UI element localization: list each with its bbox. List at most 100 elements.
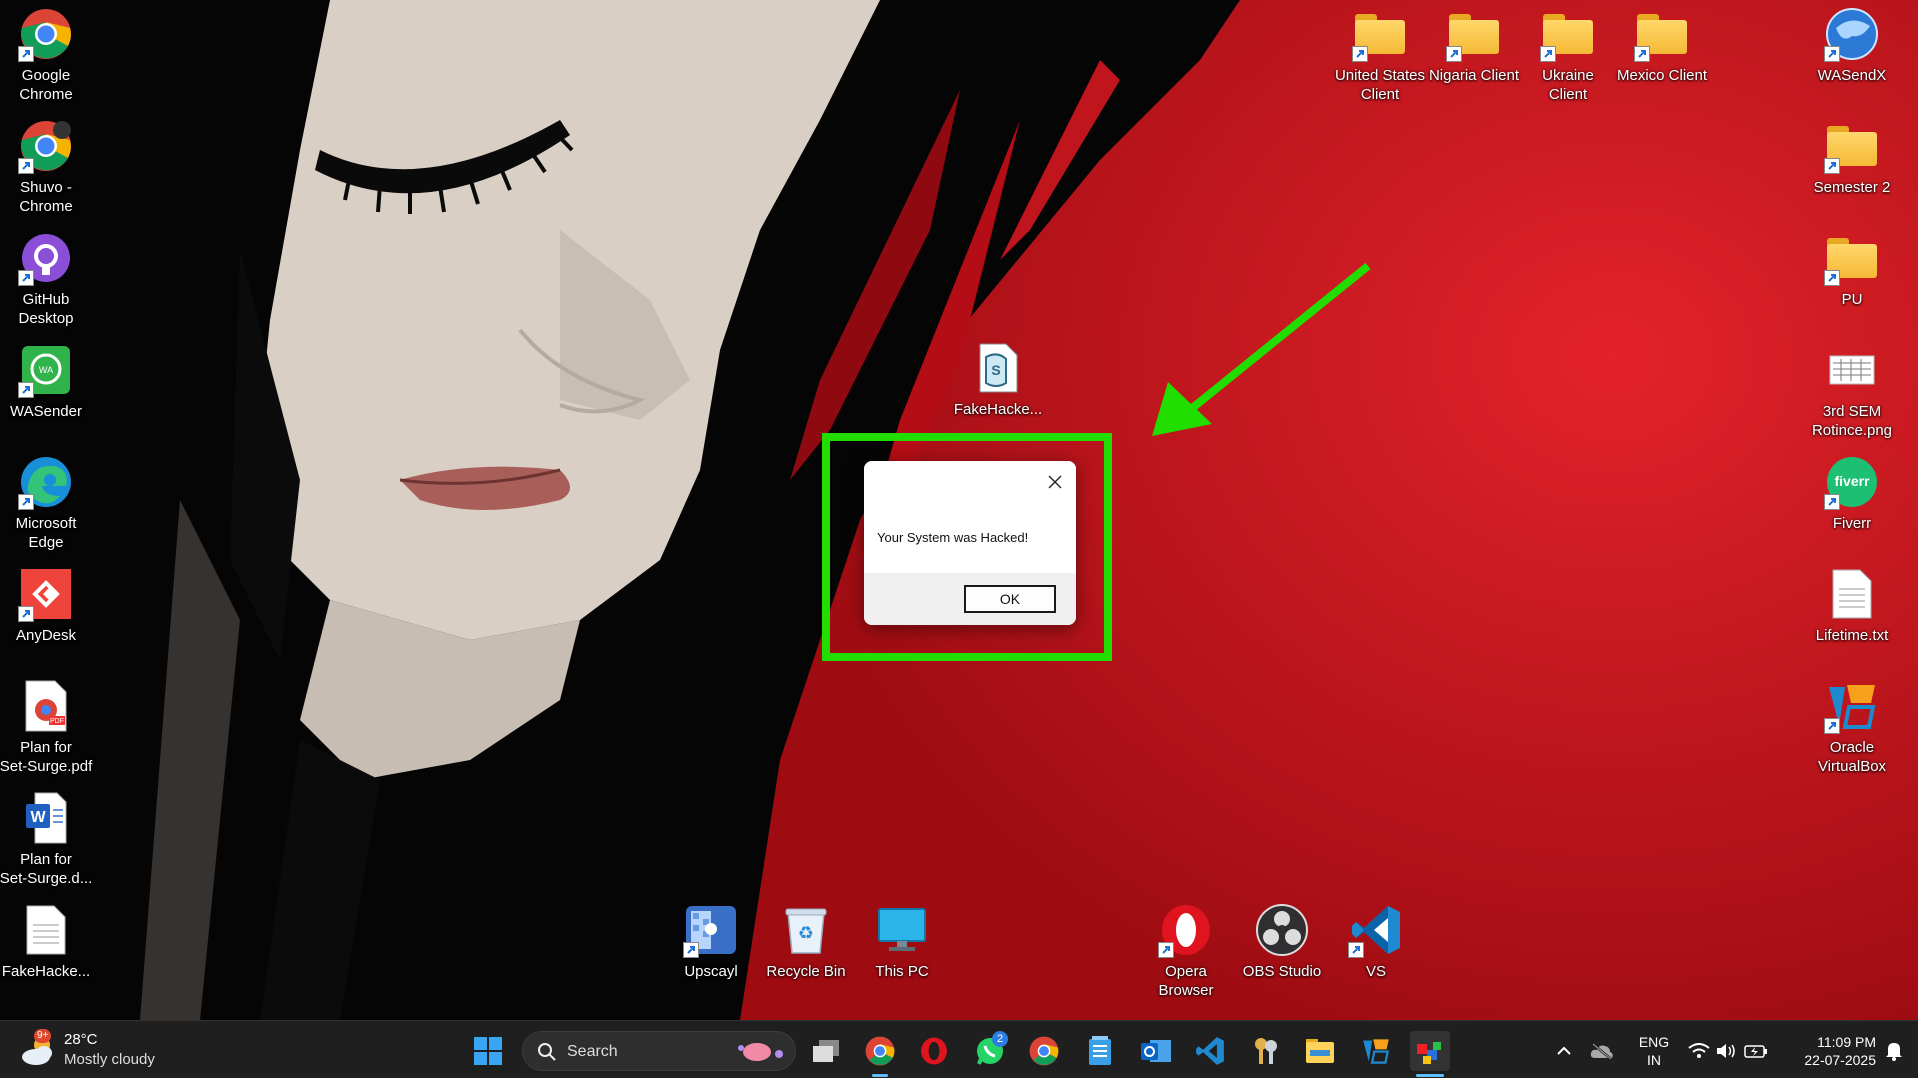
- script-file-icon: S: [970, 340, 1026, 396]
- tray-network-volume-battery[interactable]: [1686, 1031, 1770, 1071]
- start-button[interactable]: [468, 1031, 508, 1071]
- folder-icon: [1540, 6, 1596, 62]
- shortcut-arrow-icon: [1824, 270, 1840, 286]
- svg-text:♻: ♻: [798, 923, 814, 944]
- desktop-icon-wasender[interactable]: WA WASender: [0, 342, 94, 421]
- taskbar-chrome-profile[interactable]: [1024, 1031, 1064, 1071]
- taskbar: 9+ 28°C Mostly cloudy Search 2 ENG IN 11…: [0, 1020, 1918, 1078]
- tray-onedrive[interactable]: [1584, 1031, 1620, 1071]
- desktop-icon-3rd-sem-rotince-png[interactable]: 3rd SEM Rotince.png: [1804, 342, 1900, 440]
- desktop-folder-united-states-client[interactable]: United States Client: [1330, 6, 1430, 104]
- battery-charging-icon: [1744, 1045, 1767, 1058]
- taskbar-virtualbox[interactable]: [1356, 1031, 1396, 1071]
- desktop-folder-ukraine-client[interactable]: Ukraine Client: [1520, 6, 1616, 104]
- taskbar-vscode[interactable]: [1190, 1031, 1230, 1071]
- desktop-icon-fakehacker-txt[interactable]: FakeHacke...: [0, 902, 94, 981]
- taskbar-keys-app[interactable]: [1246, 1031, 1286, 1071]
- dialog-titlebar[interactable]: [864, 461, 1076, 503]
- wasendx-icon: [1824, 6, 1880, 62]
- this-pc-icon: [874, 902, 930, 958]
- svg-text:W: W: [30, 809, 46, 826]
- recycle-bin-icon: ♻: [778, 902, 834, 958]
- shortcut-arrow-icon: [18, 606, 34, 622]
- upscayl-icon: [683, 902, 739, 958]
- desktop-icon-plan-doc[interactable]: W Plan for Set-Surge.d...: [0, 790, 94, 888]
- github-desktop-icon: [18, 230, 74, 286]
- taskbar-chrome[interactable]: [860, 1031, 900, 1077]
- shortcut-arrow-icon: [1446, 46, 1462, 62]
- desktop-icon-wasendx[interactable]: WASendX: [1804, 6, 1900, 85]
- running-indicator: [1416, 1074, 1444, 1077]
- opera-icon: [921, 1037, 947, 1065]
- chevron-up-icon: [1557, 1046, 1571, 1055]
- shortcut-arrow-icon: [18, 494, 34, 510]
- weather-widget[interactable]: 9+ 28°C Mostly cloudy: [20, 1029, 180, 1073]
- desktop-icon-anydesk[interactable]: AnyDesk: [0, 566, 94, 645]
- notification-center-button[interactable]: [1876, 1031, 1912, 1071]
- desktop-icon-obs-studio[interactable]: OBS Studio: [1234, 902, 1330, 981]
- desktop-icon-fiverr[interactable]: fiverr Fiverr: [1804, 454, 1900, 533]
- show-hidden-icons-button[interactable]: [1544, 1031, 1584, 1071]
- svg-text:WA: WA: [39, 365, 53, 375]
- desktop-icon-this-pc[interactable]: This PC: [854, 902, 950, 981]
- desktop-icon-opera-browser[interactable]: Opera Browser: [1138, 902, 1234, 1000]
- desktop-icon-shuvo-chrome[interactable]: Shuvo - Chrome: [0, 118, 94, 216]
- notepad-icon: [1089, 1036, 1111, 1065]
- vscode-icon: [1348, 902, 1404, 958]
- whatsapp-unread-badge: 2: [992, 1031, 1008, 1047]
- desktop-folder-semester-2[interactable]: Semester 2: [1804, 118, 1900, 197]
- text-file-icon: [18, 902, 74, 958]
- shortcut-arrow-icon: [683, 942, 699, 958]
- shortcut-arrow-icon: [18, 46, 34, 62]
- folder-icon: [1446, 6, 1502, 62]
- keys-icon: [1255, 1038, 1277, 1064]
- edge-icon: [18, 454, 74, 510]
- outlook-icon: [1141, 1040, 1171, 1062]
- desktop-folder-pu[interactable]: PU: [1804, 230, 1900, 309]
- weather-temperature: 28°C: [64, 1031, 98, 1048]
- taskbar-fakehacker-app[interactable]: [1410, 1031, 1450, 1077]
- shortcut-arrow-icon: [18, 382, 34, 398]
- file-explorer-icon: [1306, 1039, 1334, 1063]
- running-indicator: [872, 1074, 888, 1077]
- obs-icon: [1254, 902, 1310, 958]
- desktop-icon-plan-pdf[interactable]: PDF Plan for Set-Surge.pdf: [0, 678, 94, 776]
- desktop-icon-google-chrome[interactable]: Google Chrome: [0, 6, 94, 104]
- taskbar-notepad[interactable]: [1080, 1031, 1120, 1071]
- chrome-icon: [865, 1036, 895, 1066]
- folder-icon: [1634, 6, 1690, 62]
- desktop-icon-oracle-virtualbox[interactable]: Oracle VirtualBox: [1804, 678, 1900, 776]
- shortcut-arrow-icon: [18, 158, 34, 174]
- dialog-close-button[interactable]: [1042, 469, 1068, 495]
- desktop-icon-lifetime-txt[interactable]: Lifetime.txt: [1804, 566, 1900, 645]
- desktop-icon-github-desktop[interactable]: GitHub Desktop: [0, 230, 94, 328]
- desktop-icon-fakehacker-script[interactable]: S FakeHacke...: [948, 340, 1048, 419]
- taskbar-search-box[interactable]: Search: [522, 1031, 796, 1071]
- taskbar-task-view[interactable]: [806, 1031, 846, 1071]
- desktop-icon-recycle-bin[interactable]: ♻ Recycle Bin: [758, 902, 854, 981]
- pdf-icon: PDF: [18, 678, 74, 734]
- ok-button[interactable]: OK: [964, 585, 1056, 613]
- clock-time: 11:09 PM: [1817, 1034, 1876, 1050]
- shortcut-arrow-icon: [1348, 942, 1364, 958]
- taskbar-outlook[interactable]: [1136, 1031, 1176, 1071]
- language-indicator[interactable]: ENG IN: [1630, 1031, 1678, 1071]
- windows-logo-icon: [474, 1037, 502, 1065]
- desktop-icon-vs-code[interactable]: VS: [1328, 902, 1424, 981]
- dialog-footer: OK: [864, 573, 1076, 625]
- dialog-message: Your System was Hacked!: [877, 530, 1029, 545]
- weather-alert-badge: 9+: [34, 1029, 52, 1043]
- desktop-folder-nigaria-client[interactable]: Nigaria Client: [1424, 6, 1524, 85]
- chrome-profile-icon: [1029, 1036, 1059, 1066]
- taskbar-opera[interactable]: [914, 1031, 954, 1071]
- task-view-icon: [813, 1040, 839, 1062]
- svg-text:S: S: [991, 362, 1000, 378]
- shortcut-arrow-icon: [1634, 46, 1650, 62]
- message-dialog: Your System was Hacked! OK: [864, 461, 1076, 625]
- taskbar-whatsapp[interactable]: 2: [970, 1031, 1010, 1071]
- desktop-icon-upscayl[interactable]: Upscayl: [663, 902, 759, 981]
- taskbar-clock[interactable]: 11:09 PM 22-07-2025: [1780, 1031, 1876, 1071]
- taskbar-file-explorer[interactable]: [1300, 1031, 1340, 1071]
- desktop-folder-mexico-client[interactable]: Mexico Client: [1612, 6, 1712, 85]
- desktop-icon-microsoft-edge[interactable]: Microsoft Edge: [0, 454, 94, 552]
